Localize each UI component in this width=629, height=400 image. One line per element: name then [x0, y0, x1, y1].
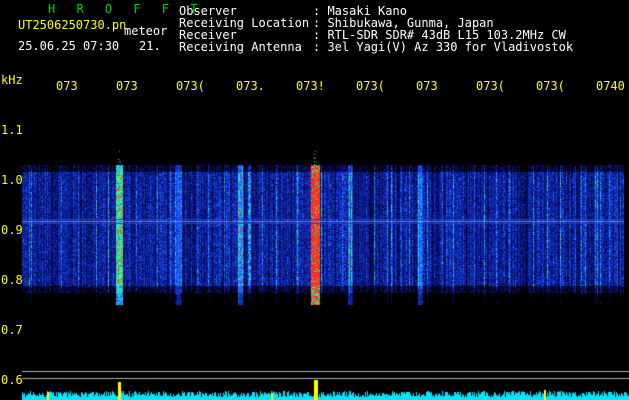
- time-tick: 073.: [236, 79, 265, 93]
- freq-tick: 1.0: [1, 173, 23, 187]
- antenna-value: : 3el Yagi(V) Az 330 for Vladivostok: [313, 40, 574, 54]
- freq-tick: 1.1: [1, 123, 23, 137]
- time-tick: 073: [56, 79, 78, 93]
- antenna-label: Receiving Antenna: [179, 40, 302, 54]
- time-tick: 073(: [476, 79, 505, 93]
- time-tick: 073(: [536, 79, 565, 93]
- time-tick: 073!: [296, 79, 325, 93]
- time-tick: 073(: [176, 79, 205, 93]
- freq-unit-label: kHz: [1, 73, 23, 87]
- mode-label: meteor: [124, 24, 168, 38]
- time-tick: 0740: [596, 79, 625, 93]
- date-time: 25.06.25 07:30: [18, 39, 120, 53]
- hrofft-window: H R O F F T UT2506250730.pn meteor 25.06…: [0, 0, 629, 400]
- freq-tick: 0.7: [1, 323, 23, 337]
- time-tick: 073(: [356, 79, 385, 93]
- freq-tick: 0.9: [1, 223, 23, 237]
- spectrogram-canvas: [0, 0, 629, 400]
- freq-tick: 0.8: [1, 273, 23, 287]
- freq-tick: 0.6: [1, 373, 23, 387]
- time-tick: 073: [116, 79, 138, 93]
- time-tick: 073: [416, 79, 438, 93]
- detection-count: 21.: [139, 39, 161, 53]
- file-name: UT2506250730.pn: [18, 18, 127, 32]
